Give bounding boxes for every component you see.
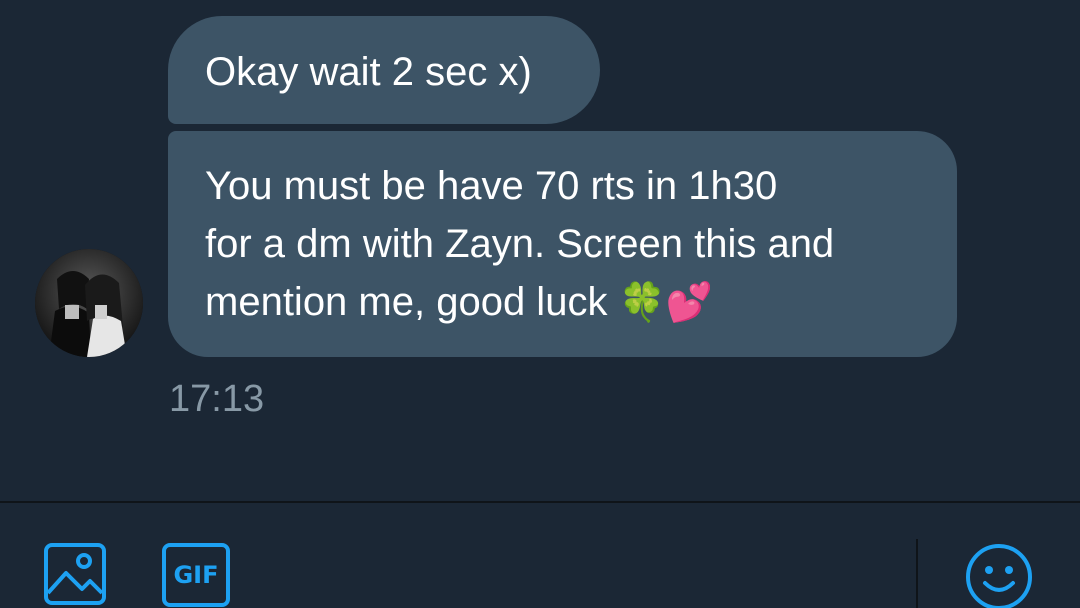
message-line-last: mention me, good luck 🍀💕 — [205, 273, 921, 332]
avatar-photo — [35, 249, 143, 357]
smiley-icon — [966, 544, 1032, 608]
message-composer: GIF — [0, 503, 1080, 608]
message-line: for a dm with Zayn. Screen this and — [205, 222, 835, 266]
message-bubble[interactable]: Okay wait 2 sec x) — [168, 16, 600, 124]
message-line: You must be have 70 rts in 1h30 — [205, 164, 778, 208]
add-gif-button[interactable]: GIF — [162, 543, 230, 607]
add-media-button[interactable] — [44, 543, 106, 605]
message-bubble[interactable]: You must be have 70 rts in 1h30 for a dm… — [168, 131, 957, 357]
message-emojis: 🍀💕 — [618, 282, 714, 324]
gif-icon: GIF — [162, 543, 230, 607]
message-line-text: mention me, good luck — [205, 280, 608, 324]
message-timestamp: 17:13 — [169, 378, 265, 420]
message-text: Okay wait 2 sec x) — [205, 50, 532, 94]
avatar[interactable] — [35, 249, 143, 357]
composer-separator — [916, 539, 918, 608]
emoji-button[interactable] — [965, 543, 1033, 608]
image-icon — [44, 543, 106, 605]
dm-conversation-screen: Okay wait 2 sec x) You must be have 70 r… — [0, 0, 1080, 608]
